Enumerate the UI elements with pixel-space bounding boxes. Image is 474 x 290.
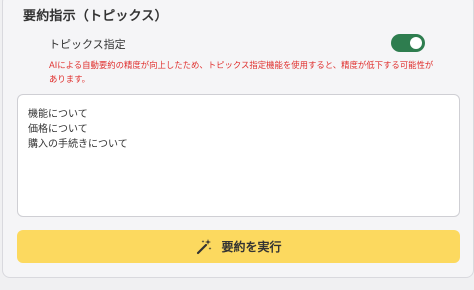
topics-textarea[interactable]: 機能について 価格について 購入の手続きについて bbox=[17, 94, 460, 217]
magic-wand-icon bbox=[195, 238, 213, 256]
topic-toggle-label: トピックス指定 bbox=[49, 38, 126, 51]
warning-message: AIによる自動要約の精度が向上したため、トピックス指定機能を使用すると、精度が低… bbox=[49, 60, 434, 84]
summary-instruction-panel: 要約指示（トピックス） トピックス指定 AIによる自動要約の精度が向上したため、… bbox=[2, 0, 474, 278]
toggle-knob bbox=[410, 37, 422, 49]
section-title: 要約指示（トピックス） bbox=[23, 9, 168, 24]
run-summary-button[interactable]: 要約を実行 bbox=[17, 230, 460, 263]
topic-toggle-switch[interactable] bbox=[391, 34, 425, 52]
run-summary-label: 要約を実行 bbox=[221, 240, 282, 254]
